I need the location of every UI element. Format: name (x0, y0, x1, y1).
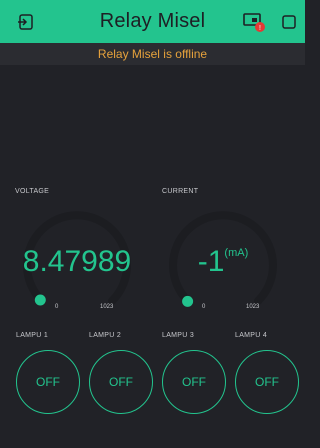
lamp-4-button[interactable]: OFF (235, 350, 299, 414)
exit-layout-icon (18, 13, 33, 30)
current-value: -1(mA) (168, 245, 278, 279)
current-value-text: -1 (197, 245, 225, 278)
voltage-value: 8.47989 (22, 245, 132, 279)
current-min: 0 (202, 304, 206, 310)
voltage-gauge-knob (34, 294, 46, 306)
current-unit: (mA) (224, 247, 249, 259)
app-header: Relay Misel ! (0, 0, 305, 43)
lamp-4-label: LAMPU 4 (235, 332, 268, 339)
offline-notice: Relay Misel is offline (0, 43, 305, 65)
play-button[interactable] (275, 0, 303, 43)
svg-text:!: ! (259, 25, 261, 32)
voltage-value-text: 8.47989 (22, 245, 132, 278)
device-icon: ! (243, 12, 265, 32)
current-max: 1023 (246, 304, 260, 310)
lamp-3-button[interactable]: OFF (162, 350, 226, 414)
current-label: CURRENT (162, 188, 199, 195)
voltage-label: VOLTAGE (15, 188, 50, 195)
lamp-2-button[interactable]: OFF (89, 350, 153, 414)
voltage-max: 1023 (100, 304, 114, 310)
current-gauge-knob (182, 295, 194, 307)
voltage-min: 0 (55, 304, 59, 310)
device-button[interactable]: ! (235, 0, 275, 43)
lamp-1-label: LAMPU 1 (16, 332, 49, 339)
exit-layout-button[interactable] (6, 0, 46, 43)
lamp-3-label: LAMPU 3 (162, 332, 195, 339)
lamp-1-button[interactable]: OFF (16, 350, 80, 414)
project-title: Relay Misel (99, 10, 206, 32)
lamp-2-label: LAMPU 2 (89, 332, 122, 339)
play-square-icon (282, 14, 296, 29)
